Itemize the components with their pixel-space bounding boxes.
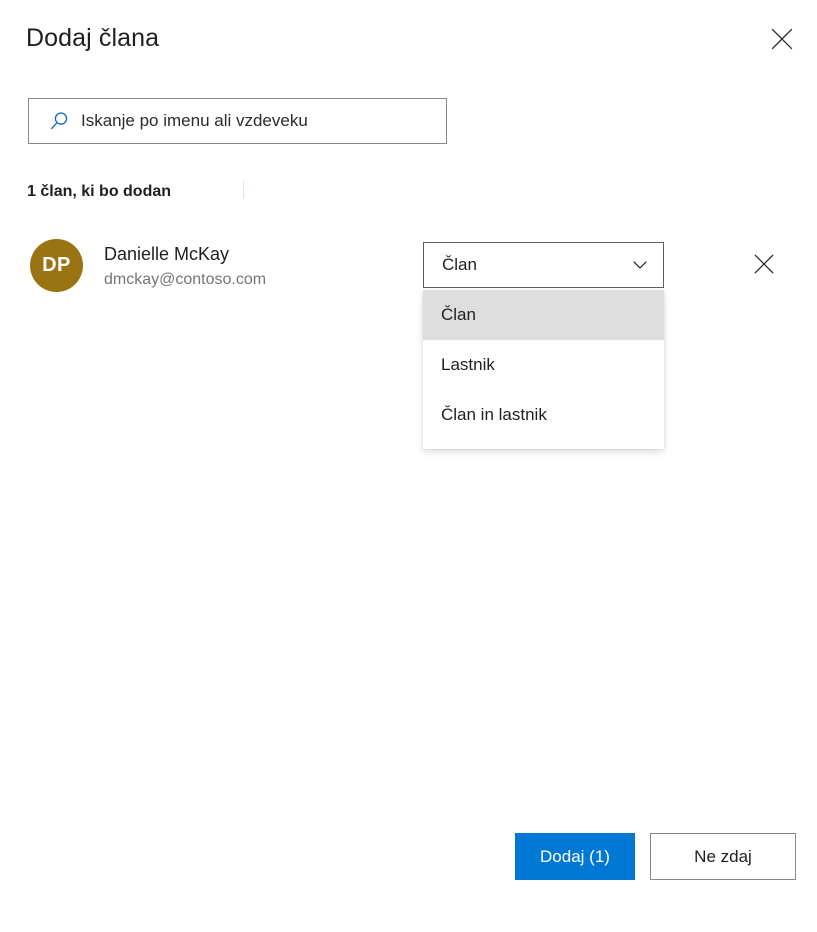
dialog-footer: Dodaj (1) Ne zdaj bbox=[0, 824, 817, 932]
role-option-label: Član in lastnik bbox=[441, 405, 547, 424]
member-email: dmckay@contoso.com bbox=[104, 271, 267, 288]
close-dialog-button[interactable] bbox=[763, 20, 801, 58]
add-member-dialog: Dodaj člana 1 član, ki bo dodan DP Danie… bbox=[0, 0, 817, 932]
search-icon bbox=[49, 110, 71, 132]
avatar: DP bbox=[30, 239, 83, 292]
role-option-lastnik[interactable]: Lastnik bbox=[423, 340, 664, 390]
text-caret bbox=[243, 180, 244, 198]
menu-bottom-padding bbox=[423, 440, 664, 449]
member-name: Danielle McKay bbox=[104, 244, 230, 264]
chevron-down-icon bbox=[625, 250, 655, 280]
page-title: Dodaj člana bbox=[26, 24, 160, 52]
role-select-value: Član bbox=[442, 255, 477, 274]
search-input[interactable] bbox=[81, 99, 446, 143]
role-select-menu: Član Lastnik Član in lastnik bbox=[423, 290, 664, 449]
role-option-label: Lastnik bbox=[441, 355, 495, 374]
role-option-label: Član bbox=[441, 305, 476, 324]
member-row: DP Danielle McKay dmckay@contoso.com Čla… bbox=[0, 232, 817, 298]
avatar-initials: DP bbox=[42, 254, 71, 276]
member-count-label: 1 član, ki bo dodan bbox=[27, 183, 172, 200]
role-select[interactable]: Član bbox=[423, 242, 664, 288]
close-icon bbox=[771, 28, 793, 50]
dialog-header: Dodaj člana bbox=[0, 0, 817, 78]
remove-member-button[interactable] bbox=[745, 246, 783, 284]
role-option-clan[interactable]: Član bbox=[423, 290, 664, 340]
search-field[interactable] bbox=[28, 98, 447, 144]
not-now-button[interactable]: Ne zdaj bbox=[650, 833, 796, 880]
role-option-clan-in-lastnik[interactable]: Član in lastnik bbox=[423, 390, 664, 440]
close-icon bbox=[753, 253, 775, 278]
add-button[interactable]: Dodaj (1) bbox=[515, 833, 635, 880]
